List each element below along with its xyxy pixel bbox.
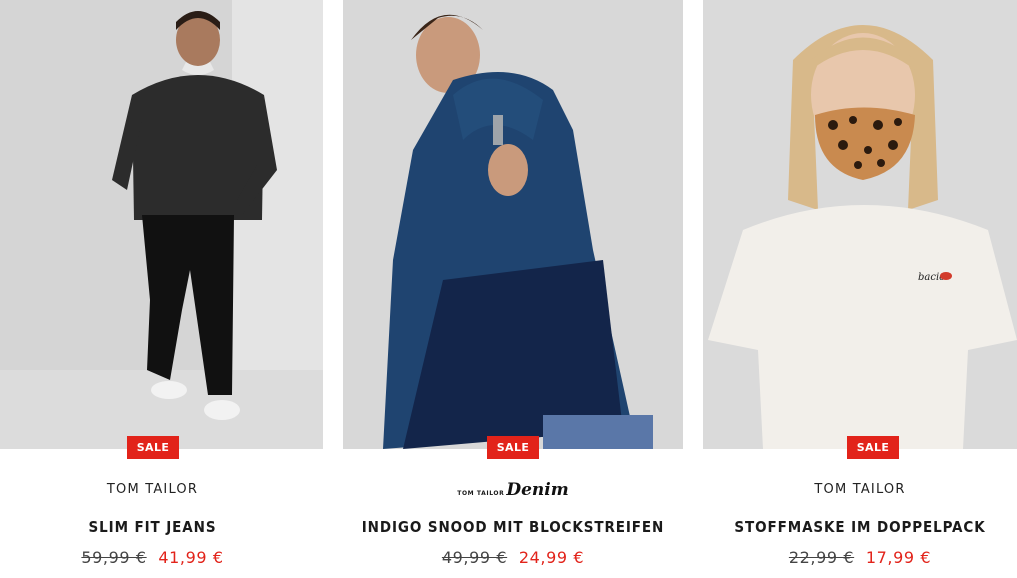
original-price: 59,99 € xyxy=(81,548,147,567)
product-card[interactable]: SALE TOM TAILOR SLIM FIT JEANS 59,99 € 4… xyxy=(0,0,323,578)
sale-price: 41,99 € xyxy=(158,548,224,567)
price-row: 22,99 € 17,99 € xyxy=(703,548,1017,567)
product-card[interactable]: SALE TOM TAILOR Denim INDIGO SNOOD MIT B… xyxy=(343,0,683,578)
price-row: 49,99 € 24,99 € xyxy=(343,548,683,567)
sale-badge: SALE xyxy=(487,436,539,459)
price-row: 59,99 € 41,99 € xyxy=(0,548,323,567)
product-title[interactable]: SLIM FIT JEANS xyxy=(0,518,323,536)
product-image[interactable]: bacio xyxy=(703,0,1017,449)
original-price: 49,99 € xyxy=(441,548,508,567)
sale-badge: SALE xyxy=(127,436,179,459)
original-price: 22,99 € xyxy=(788,548,855,567)
sale-price: 17,99 € xyxy=(865,548,932,567)
brand-logo[interactable]: TOM TAILOR xyxy=(0,480,323,498)
product-image[interactable] xyxy=(0,0,323,449)
brand-logo[interactable]: TOM TAILOR Denim xyxy=(343,480,683,500)
product-grid: SALE TOM TAILOR SLIM FIT JEANS 59,99 € 4… xyxy=(0,0,1017,578)
sale-badge: SALE xyxy=(847,436,899,459)
product-image[interactable] xyxy=(343,0,683,449)
product-title[interactable]: INDIGO SNOOD MIT BLOCKSTREIFEN xyxy=(343,518,683,536)
brand-logo[interactable]: TOM TAILOR xyxy=(703,480,1017,498)
product-title[interactable]: STOFFMASKE IM DOPPELPACK xyxy=(703,518,1017,536)
product-card[interactable]: bacio SALE TOM TAILOR STOFFMASKE IM DOPP… xyxy=(703,0,1017,578)
sale-price: 24,99 € xyxy=(518,548,585,567)
